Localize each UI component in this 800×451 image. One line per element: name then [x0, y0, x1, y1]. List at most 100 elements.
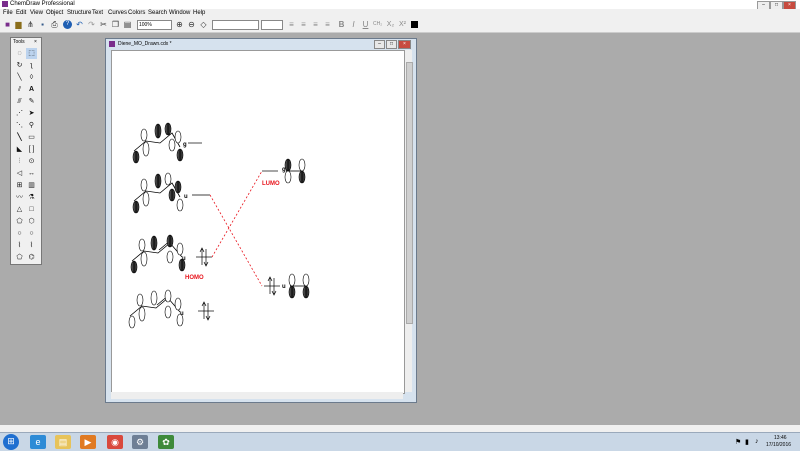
fit-icon[interactable]: ◇: [199, 20, 208, 29]
templates-icon[interactable]: ⚗: [26, 192, 37, 203]
single-bond-icon[interactable]: ╲: [14, 72, 25, 83]
menu-bar: File Edit View Object Structure Text Cur…: [0, 9, 800, 18]
file-explorer-icon[interactable]: ▤: [55, 435, 71, 449]
font-size-select[interactable]: [261, 20, 283, 30]
zoom-select[interactable]: 100%: [137, 20, 172, 30]
cyclobutane-icon[interactable]: □: [26, 204, 37, 215]
undo-icon[interactable]: ↶: [75, 20, 84, 29]
media-player-icon[interactable]: ▶: [80, 435, 96, 449]
help-icon[interactable]: ?: [63, 20, 72, 29]
chrome-icon[interactable]: ◉: [107, 435, 123, 449]
align-left-icon[interactable]: ≡: [287, 20, 296, 29]
right-orbital-homo: [264, 273, 310, 299]
menu-view[interactable]: View: [30, 10, 43, 16]
tray-network-icon[interactable]: ▮: [745, 438, 749, 446]
drawing-canvas[interactable]: g u u u g u HOMO LUMO: [111, 50, 405, 394]
menu-curves[interactable]: Curves: [108, 10, 127, 16]
doc-maximize-button[interactable]: □: [386, 40, 397, 49]
menu-structure[interactable]: Structure: [67, 10, 91, 16]
paste-icon[interactable]: ▤: [123, 20, 132, 29]
pen-tool-icon[interactable]: ✎: [26, 96, 37, 107]
query-tool-icon[interactable]: ↔: [26, 168, 37, 179]
start-button-icon[interactable]: ⊞: [3, 434, 19, 450]
bold-dashed-bond-icon[interactable]: ⋱: [14, 120, 25, 131]
eraser-icon[interactable]: ◊: [26, 72, 37, 83]
new-document-icon[interactable]: ■: [3, 20, 12, 29]
double-bond-icon[interactable]: ⫽: [14, 84, 25, 95]
app-gear-icon[interactable]: ⚙: [132, 435, 148, 449]
share-icon[interactable]: ⋔: [26, 20, 35, 29]
doc-minimize-button[interactable]: –: [374, 40, 385, 49]
lasso-tool-icon[interactable]: ◌: [14, 48, 25, 59]
cycloheptane-icon[interactable]: ○: [14, 228, 25, 239]
hollow-wedge-icon[interactable]: ◁: [14, 168, 25, 179]
orbital-tool-icon[interactable]: ⚲: [26, 120, 37, 131]
benzene-icon[interactable]: ⌬: [26, 252, 37, 263]
acyclic-chain-icon[interactable]: 〰: [14, 192, 25, 203]
underline-button[interactable]: U: [361, 20, 370, 29]
print-icon[interactable]: ⎙: [50, 20, 59, 29]
triple-bond-icon[interactable]: ⫻: [14, 96, 25, 107]
chemdraw-task-icon[interactable]: ✿: [158, 435, 174, 449]
cut-icon[interactable]: ✂: [99, 20, 108, 29]
bold-bond-icon[interactable]: ╲: [14, 132, 25, 143]
subscript-button[interactable]: X₂: [386, 20, 395, 29]
rotate-tool-icon[interactable]: ↻: [14, 60, 25, 71]
open-folder-icon[interactable]: ▆: [14, 20, 23, 29]
save-icon[interactable]: ▪: [38, 20, 47, 29]
drawing-elements-icon[interactable]: ▭: [26, 132, 37, 143]
orbital-psi4: [128, 289, 214, 329]
cyclopropane-icon[interactable]: △: [14, 204, 25, 215]
justify-icon[interactable]: ≡: [323, 20, 332, 29]
tray-flag-icon[interactable]: ⚑: [735, 438, 741, 446]
cyclohexane-icon[interactable]: ⬡: [26, 216, 37, 227]
cyclooctane-icon[interactable]: ○: [26, 228, 37, 239]
menu-text[interactable]: Text: [92, 10, 103, 16]
color-swatch[interactable]: [411, 21, 418, 28]
font-select[interactable]: [212, 20, 259, 30]
bold-button[interactable]: B: [337, 20, 346, 29]
menu-edit[interactable]: Edit: [16, 10, 26, 16]
tools-close-icon[interactable]: ×: [34, 39, 37, 45]
wedge-bond-icon[interactable]: ◣: [14, 144, 25, 155]
mo-diagram: g u u u g u HOMO LUMO: [128, 122, 310, 329]
zoom-in-icon[interactable]: ⊕: [175, 20, 184, 29]
arrow-tool-icon[interactable]: ➤: [26, 108, 37, 119]
copy-icon[interactable]: ❐: [111, 20, 120, 29]
tray-volume-icon[interactable]: ♪: [755, 438, 759, 445]
menu-colors[interactable]: Colors: [128, 10, 145, 16]
chain-tool-icon[interactable]: ʅ: [26, 60, 37, 71]
chair-1-icon[interactable]: ⌇: [14, 240, 25, 251]
italic-button[interactable]: I: [349, 20, 358, 29]
chair-2-icon[interactable]: ⌇: [26, 240, 37, 251]
align-right-icon[interactable]: ≡: [311, 20, 320, 29]
menu-help[interactable]: Help: [193, 10, 205, 16]
menu-window[interactable]: Window: [169, 10, 190, 16]
title-bar: ChemDraw Professional – □ ×: [0, 0, 800, 10]
vertical-scrollbar[interactable]: [405, 50, 413, 392]
label-g-right: g: [282, 167, 286, 173]
tlc-plate-icon[interactable]: ▥: [26, 180, 37, 191]
horizontal-scrollbar[interactable]: [111, 392, 403, 399]
hashed-wedge-icon[interactable]: ⫶: [14, 156, 25, 167]
superscript-button[interactable]: X²: [398, 20, 407, 29]
ie-browser-icon[interactable]: e: [30, 435, 46, 449]
cyclopentane-icon[interactable]: ⬠: [14, 216, 25, 227]
zoom-out-icon[interactable]: ⊖: [187, 20, 196, 29]
bracket-tool-icon[interactable]: [ ]: [26, 144, 37, 155]
scroll-thumb[interactable]: [406, 62, 413, 324]
chemical-symbols-icon[interactable]: ⊙: [26, 156, 37, 167]
text-tool-icon[interactable]: A: [26, 84, 37, 95]
table-tool-icon[interactable]: ⊞: [14, 180, 25, 191]
align-center-icon[interactable]: ≡: [299, 20, 308, 29]
doc-close-button[interactable]: ×: [398, 40, 411, 49]
menu-object[interactable]: Object: [46, 10, 63, 16]
label-g-left-1: g: [183, 142, 187, 148]
menu-file[interactable]: File: [3, 10, 13, 16]
chemical-style-icon[interactable]: CH₂: [373, 20, 382, 29]
marquee-tool-icon[interactable]: ⬚: [26, 48, 37, 59]
dashed-bond-icon[interactable]: ⋰: [14, 108, 25, 119]
redo-icon[interactable]: ↷: [87, 20, 96, 29]
cyclopentadiene-icon[interactable]: ⬠: [14, 252, 25, 263]
menu-search[interactable]: Search: [148, 10, 167, 16]
